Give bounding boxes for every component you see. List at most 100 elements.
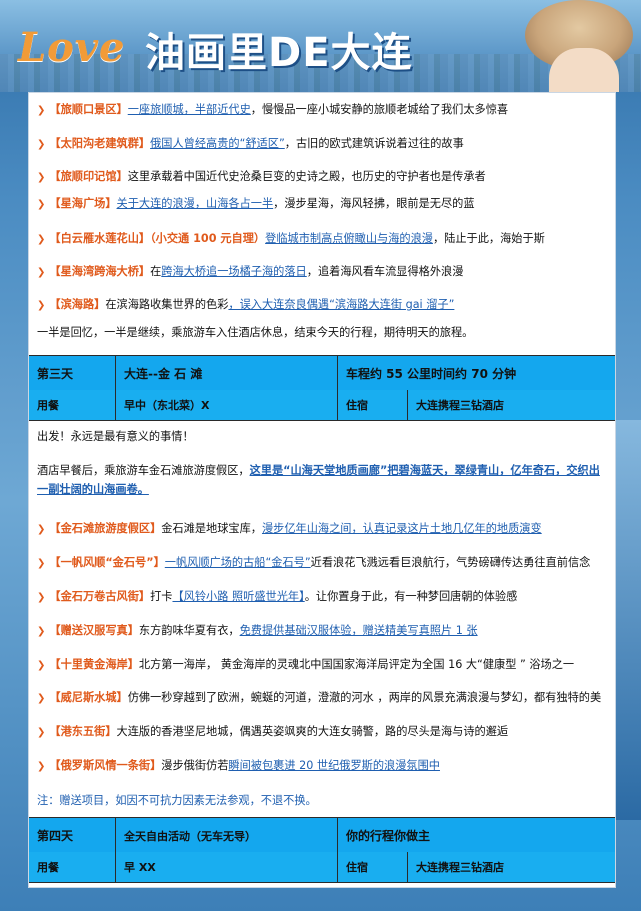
day3-distance-cell: 车程约 55 公里时间约 70 分钟 xyxy=(346,367,517,381)
day3-meal-row: 用餐 早中（东北菜）X 住宿 大连携程三钻酒店 xyxy=(29,390,615,421)
attraction-link[interactable]: 关于大连的浪漫，山海各占一半 xyxy=(117,197,274,210)
day4-route-cell: 全天自由活动（无车无导） xyxy=(116,818,338,853)
attraction-item: ❯ 【十里黄金海岸】北方第一海岸， 黄金海岸的灵魂北中国国家海洋局评定为全国 16… xyxy=(37,657,609,673)
attraction-item: ❯ 【一帆风顺“金石号”】一帆风顺广场的古船“金石号”近看浪花飞溅远看巨浪航行，气… xyxy=(37,555,609,571)
attraction-text: 。让你置身于此，有一种梦回唐朝的体验感 xyxy=(304,590,518,603)
attraction-label: 【星海湾跨海大桥】 xyxy=(49,265,151,278)
attraction-label: 【十里黄金海岸】 xyxy=(49,658,139,671)
day3-meal-cell: 早中（东北菜）X xyxy=(116,390,338,420)
attraction-pre-text: 在 xyxy=(150,265,162,278)
attraction-text: 北方第一海岸， 黄金海岸的灵魂北中国国家海洋局评定为全国 16 大“健康型 ” … xyxy=(138,658,575,671)
bullet-icon: ❯ xyxy=(37,727,46,738)
attraction-text: ，古旧的欧式建筑诉说着过往的故事 xyxy=(284,137,464,150)
attraction-link[interactable]: 瞬间被包裹进 20 世纪俄罗斯的浪漫氛围中 xyxy=(228,759,440,772)
attraction-text: ，漫步星海，海风轻拂，眼前是无尽的蓝 xyxy=(273,197,475,210)
attraction-link[interactable]: 登临城市制高点俯瞰山与海的浪漫 xyxy=(265,232,433,245)
day3-paragraph: 酒店早餐后，乘旅游车金石滩旅游度假区，这里是“山海天堂地质画廊”把碧海蓝天，翠绿… xyxy=(37,461,609,499)
bullet-icon: ❯ xyxy=(37,626,46,637)
bullet-icon: ❯ xyxy=(37,300,46,311)
attraction-text: ，陆止于此，海始于斯 xyxy=(432,232,545,245)
attraction-label: 【威尼斯水城】 xyxy=(49,691,128,704)
attraction-label: 【太阳沟老建筑群】 xyxy=(49,137,151,150)
day2-closing-text: 一半是回忆，一半是继续，乘旅游车入住酒店休息，结束今天的行程，期待明天的旅程。 xyxy=(37,326,474,339)
attraction-item: ❯ 【赠送汉服写真】东方韵味华夏有衣，免费提供基础汉服体验，赠送精美写真照片 1 … xyxy=(37,623,609,639)
bullet-icon: ❯ xyxy=(37,558,46,569)
attraction-item: ❯ 【旅顺口景区】一座旅顺城，半部近代史，慢慢品一座小城安静的旅顺老城给了我们太多… xyxy=(37,102,609,118)
attraction-label: 【港东五街】 xyxy=(49,725,117,738)
day3-note: 注：赠送项目，如因不可抗力因素无法参观，不退不换。 xyxy=(37,794,317,807)
attraction-text: 这里承载着中国近代史沧桑巨变的史诗之殿，也历史的守护者也是传承者 xyxy=(127,170,486,183)
day3-meal-label: 用餐 xyxy=(29,390,116,420)
attraction-text: ，慢慢品一座小城安静的旅顺老城给了我们太多惊喜 xyxy=(250,103,509,116)
attraction-item: ❯ 【威尼斯水城】仿佛一秒穿越到了欧洲，蜿蜒的河道，澄澈的河水 ，两岸的风景充满浪… xyxy=(37,690,609,706)
attraction-pre-text: 东方韵味华夏有衣， xyxy=(138,624,240,637)
attraction-item: ❯ 【金石万卷古风街】打卡【风铃小路 照听盛世光年】。让你置身于此，有一种梦回唐朝… xyxy=(37,589,609,605)
attraction-label: 【赠送汉服写真】 xyxy=(49,624,139,637)
bullet-icon: ❯ xyxy=(37,660,46,671)
attraction-item: ❯ 【滨海路】在滨海路收集世界的色彩，误入大连奈良偶遇“滨海路大连街 gai 溜子… xyxy=(37,297,609,313)
attraction-text: 近看浪花飞溅远看巨浪航行，气势磅礴传达勇往直前信念 xyxy=(310,556,591,569)
attraction-link[interactable]: 【风铃小路 照听盛世光年】 xyxy=(172,590,304,603)
day3-route-cell: 大连--金 石 滩 xyxy=(116,356,338,391)
day4-distance-cell: 你的行程你做主 xyxy=(346,829,431,843)
attraction-label: 【星海广场】 xyxy=(49,197,117,210)
attraction-label: 【金石万卷古风街】 xyxy=(49,590,151,603)
love-script-title: Love xyxy=(18,24,126,71)
attraction-link[interactable]: 一座旅顺城，半部近代史 xyxy=(128,103,251,116)
attraction-link[interactable]: 一帆风顺广场的古船“金石号” xyxy=(165,556,311,569)
bullet-icon: ❯ xyxy=(37,267,46,278)
day4-meal-row: 用餐 早 XX 住宿 大连携程三钻酒店 xyxy=(29,852,615,883)
day3-paragraph-text: 酒店早餐后，乘旅游车金石滩旅游度假区， xyxy=(37,464,250,477)
attraction-item: ❯ 【太阳沟老建筑群】俄国人曾经高贵的“舒适区”，古旧的欧式建筑诉说着过往的故事 xyxy=(37,136,609,152)
bullet-icon: ❯ xyxy=(37,761,46,772)
itinerary-card: ❯ 【旅顺口景区】一座旅顺城，半部近代史，慢慢品一座小城安静的旅顺老城给了我们太多… xyxy=(28,92,616,888)
attraction-pre-text: 在滨海路收集世界的色彩 xyxy=(105,298,229,311)
attraction-link[interactable]: ，误入大连奈良偶遇“滨海路大连街 gai 溜子” xyxy=(228,298,454,311)
attraction-item: ❯ 【旅顺印记馆】这里承载着中国近代史沧桑巨变的史诗之殿，也历史的守护者也是传承者 xyxy=(37,169,609,185)
day4-stay-label: 住宿 xyxy=(338,852,408,882)
attraction-text: ，追着海风看车流显得格外浪漫 xyxy=(306,265,464,278)
attraction-link[interactable]: 免费提供基础汉服体验，赠送精美写真照片 1 张 xyxy=(240,624,478,637)
day3-day-cell: 第三天 xyxy=(29,356,116,391)
bullet-icon: ❯ xyxy=(37,199,46,210)
bullet-icon: ❯ xyxy=(37,524,46,535)
bullet-icon: ❯ xyxy=(37,693,46,704)
attraction-link[interactable]: 俄国人曾经高贵的“舒适区” xyxy=(150,137,285,150)
attraction-item: ❯ 【白云雁水莲花山】（小交通 100 元自理）登临城市制高点俯瞰山与海的浪漫，陆… xyxy=(37,231,609,247)
person-photo xyxy=(549,48,619,92)
attraction-text: 大连版的香港坚尼地城，偶遇英姿飒爽的大连女骑警，路的尽头是海与诗的邂逅 xyxy=(116,725,509,738)
day4-header-row: 第四天 全天自由活动（无车无导） 你的行程你做主 xyxy=(29,817,615,854)
day4-meal-label: 用餐 xyxy=(29,852,116,882)
attraction-pre-text: 金石滩是地球宝库， xyxy=(161,522,262,535)
day4-day-cell: 第四天 xyxy=(29,818,116,853)
attraction-label: 【白云雁水莲花山】（小交通 100 元自理） xyxy=(49,232,266,245)
header-banner: Love 油画里DE大连 xyxy=(0,0,641,92)
attraction-item: ❯ 【星海湾跨海大桥】在跨海大桥追一场橘子海的落日，追着海风看车流显得格外浪漫 xyxy=(37,264,609,280)
day4-hotel-cell: 大连携程三钻酒店 xyxy=(416,861,504,874)
attraction-label: 【一帆风顺“金石号”】 xyxy=(49,556,165,569)
bullet-icon: ❯ xyxy=(37,592,46,603)
attraction-text: 仿佛一秒穿越到了欧洲，蜿蜒的河道，澄澈的河水 ，两岸的风景充满浪漫与梦幻，都有独… xyxy=(127,691,602,704)
attraction-item: ❯ 【金石滩旅游度假区】金石滩是地球宝库，漫步亿年山海之间，认真记录这片土地几亿年… xyxy=(37,521,609,537)
day3-intro-text: 出发！永远是最有意义的事情！ xyxy=(37,430,194,443)
attraction-pre-text: 打卡 xyxy=(150,590,173,603)
bullet-icon: ❯ xyxy=(37,172,46,183)
attraction-item: ❯ 【港东五街】大连版的香港坚尼地城，偶遇英姿飒爽的大连女骑警，路的尽头是海与诗的… xyxy=(37,724,609,740)
page-title: 油画里DE大连 xyxy=(145,30,413,76)
day3-hotel-cell: 大连携程三钻酒店 xyxy=(416,399,504,412)
attraction-label: 【俄罗斯风情一条街】 xyxy=(49,759,162,772)
attraction-link[interactable]: 漫步亿年山海之间，认真记录这片土地几亿年的地质演变 xyxy=(262,522,542,535)
attraction-label: 【旅顺口景区】 xyxy=(49,103,128,116)
attraction-link[interactable]: 跨海大桥追一场橘子海的落日 xyxy=(161,265,306,278)
bullet-icon: ❯ xyxy=(37,105,46,116)
bullet-icon: ❯ xyxy=(37,139,46,150)
day3-stay-label: 住宿 xyxy=(338,390,408,420)
attraction-label: 【旅顺印记馆】 xyxy=(49,170,128,183)
attraction-label: 【金石滩旅游度假区】 xyxy=(49,522,162,535)
day3-header-row: 第三天 大连--金 石 滩 车程约 55 公里时间约 70 分钟 xyxy=(29,355,615,392)
attraction-item: ❯ 【俄罗斯风情一条街】漫步俄街仿若瞬间被包裹进 20 世纪俄罗斯的浪漫氛围中 xyxy=(37,758,609,774)
day4-meal-cell: 早 XX xyxy=(116,852,338,882)
attraction-item: ❯ 【星海广场】关于大连的浪漫，山海各占一半，漫步星海，海风轻拂，眼前是无尽的蓝 xyxy=(37,196,609,212)
attraction-label: 【滨海路】 xyxy=(49,298,106,311)
attraction-pre-text: 漫步俄街仿若 xyxy=(161,759,229,772)
